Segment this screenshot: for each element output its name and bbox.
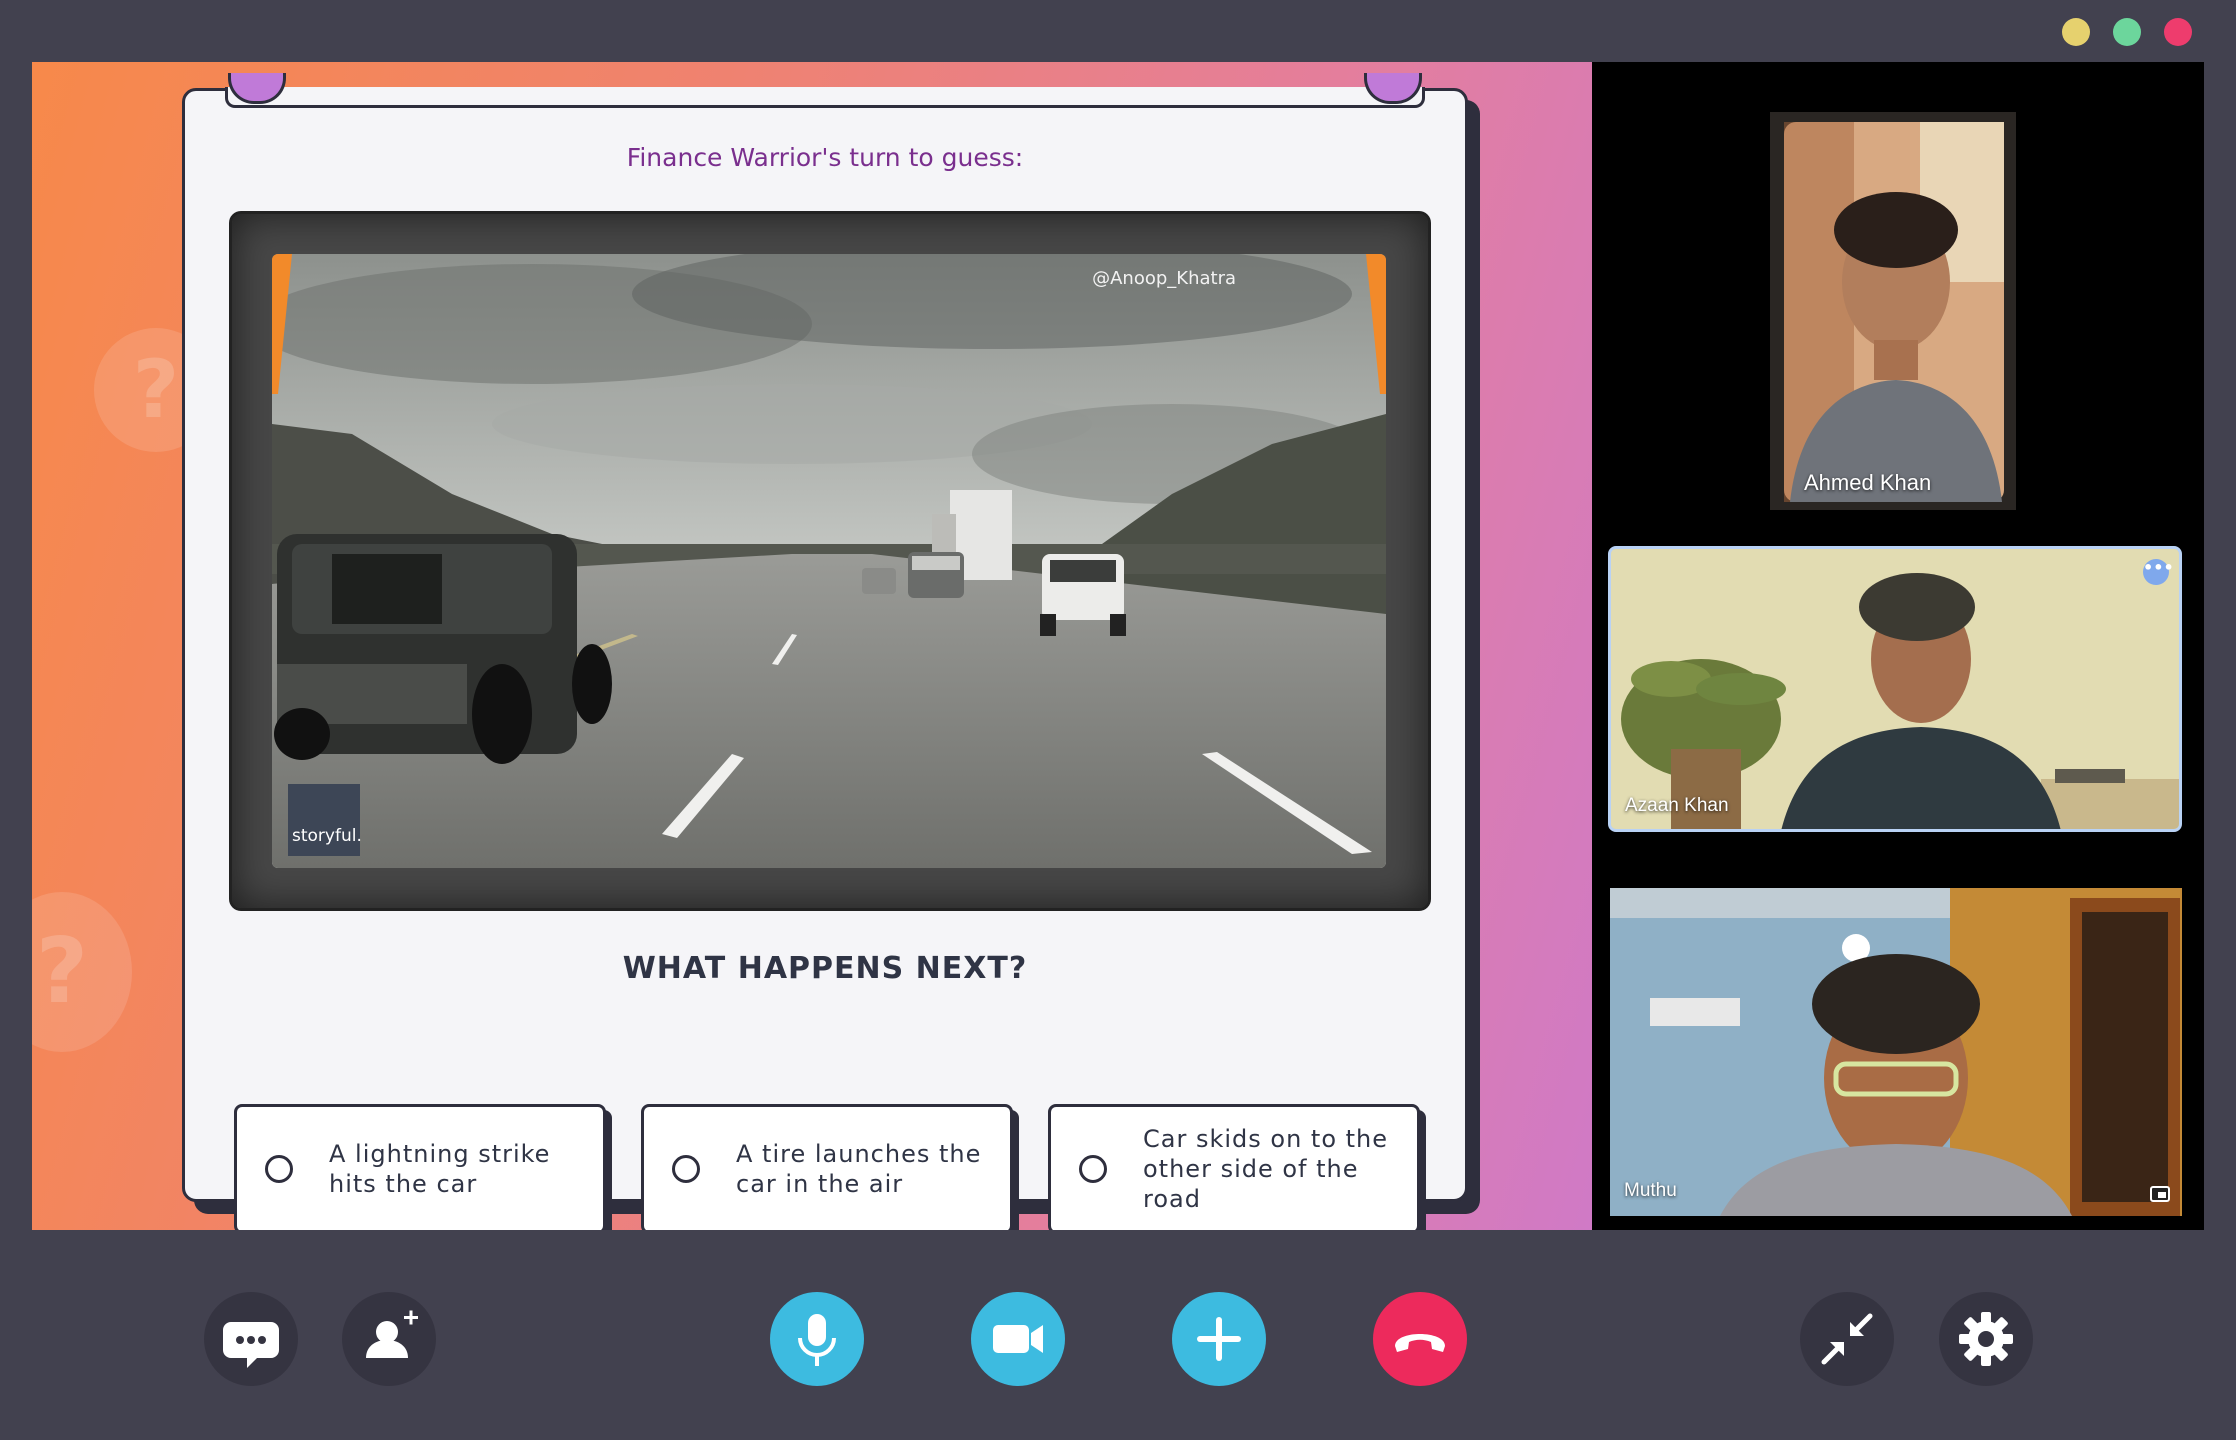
video-player[interactable]: @Anoop_Khatra storyful.: [272, 254, 1386, 868]
camera-button[interactable]: [971, 1292, 1065, 1386]
video-watermark: @Anoop_Khatra: [1092, 268, 1236, 289]
window-close-dot[interactable]: [2164, 18, 2192, 46]
microphone-button[interactable]: [770, 1292, 864, 1386]
participant-video: [1784, 122, 2004, 502]
collapse-arrows-icon: [1821, 1313, 1873, 1365]
participant-name: Muthu: [1624, 1180, 1677, 1201]
end-call-button[interactable]: [1373, 1292, 1467, 1386]
video-frame: @Anoop_Khatra storyful.: [229, 211, 1431, 911]
rail-knob-right: [1364, 73, 1422, 104]
gear-icon: [1959, 1312, 2013, 1366]
add-person-icon: [366, 1310, 418, 1358]
video-camera-icon: [993, 1325, 1043, 1353]
participants-panel: Ahmed Khan ••• Azaan Khan Muthu: [1592, 62, 2204, 1230]
participant-tile[interactable]: Muthu: [1610, 888, 2182, 1216]
minimize-view-button[interactable]: [1800, 1292, 1894, 1386]
radio-button[interactable]: [1079, 1155, 1107, 1183]
participant-name: Ahmed Khan: [1804, 470, 1932, 495]
participant-tile[interactable]: Ahmed Khan: [1770, 112, 2016, 510]
rail-knob-left: [228, 73, 286, 104]
game-stage: ? ? Finance Warrior's turn to guess: @An…: [32, 62, 1592, 1230]
answer-option-3[interactable]: Car skids on to the other side of the ro…: [1048, 1104, 1426, 1230]
game-card: Finance Warrior's turn to guess: @Anoop_…: [182, 73, 1468, 1202]
answer-option-1[interactable]: A lightning strike hits the car: [234, 1104, 612, 1230]
turn-indicator: Finance Warrior's turn to guess:: [626, 143, 1024, 172]
option-label: A lightning strike hits the car: [329, 1140, 551, 1198]
question-heading: WHAT HAPPENS NEXT?: [622, 951, 1028, 986]
question-mark-decoration: ?: [32, 892, 132, 1052]
radio-button[interactable]: [265, 1155, 293, 1183]
answer-option-2[interactable]: A tire launches the car in the air: [641, 1104, 1019, 1230]
window-maximize-dot[interactable]: [2113, 18, 2141, 46]
pip-icon[interactable]: [2150, 1186, 2170, 1202]
plus-icon: [1197, 1317, 1241, 1361]
option-label: A tire launches the car in the air: [736, 1140, 982, 1198]
option-label: Car skids on to the other side of the ro…: [1143, 1125, 1389, 1213]
microphone-icon: [798, 1314, 836, 1366]
participant-video: [1611, 549, 2179, 829]
card-top-rail: [225, 73, 1425, 108]
settings-button[interactable]: [1939, 1292, 2033, 1386]
participant-video: [1610, 888, 2182, 1216]
hang-up-icon: [1395, 1334, 1445, 1352]
add-participant-button[interactable]: [342, 1292, 436, 1386]
participant-name: Azaan Khan: [1625, 795, 1729, 816]
chat-button[interactable]: [204, 1292, 298, 1386]
chat-bubble-icon: [223, 1322, 279, 1368]
radio-button[interactable]: [672, 1155, 700, 1183]
add-button[interactable]: [1172, 1292, 1266, 1386]
more-options-icon[interactable]: •••: [2143, 559, 2174, 585]
window-minimize-dot[interactable]: [2062, 18, 2090, 46]
storyful-logo: storyful.: [288, 784, 362, 856]
highway-video-still: [272, 254, 1386, 868]
participant-tile[interactable]: ••• Azaan Khan: [1608, 546, 2182, 832]
